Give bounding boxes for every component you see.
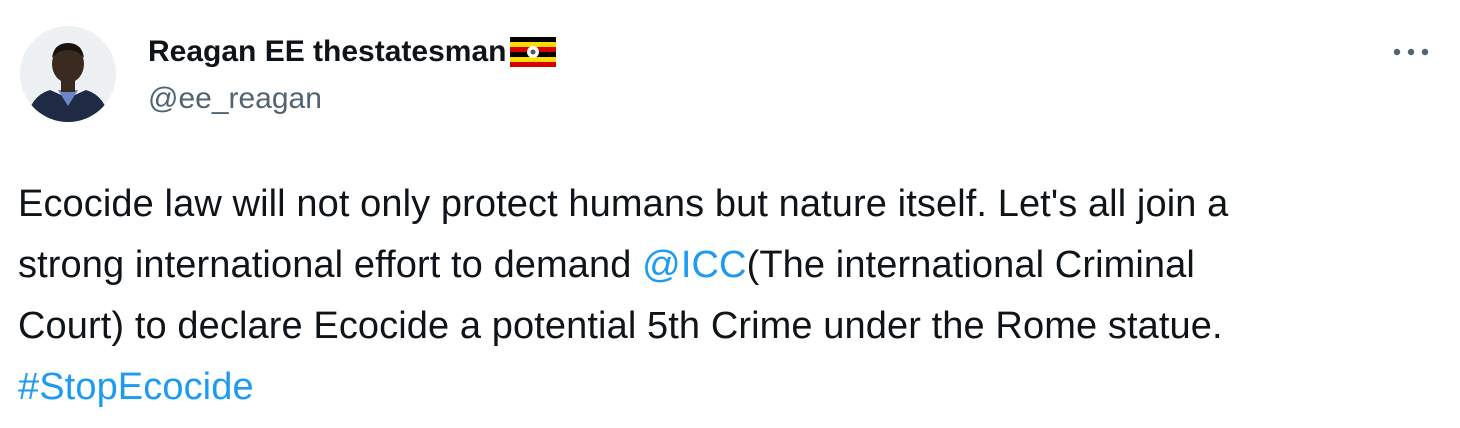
tweet-line-3: Court) to declare Ecocide a potential 5t… [18,305,1223,347]
more-options-button[interactable] [1384,34,1438,70]
tweet-card: Reagan EE thestatesman @ee_reagan Ecocid… [0,0,1460,428]
uganda-flag-icon [510,37,557,67]
tweet-line-2: strong international effort to demand @I… [18,235,1438,296]
tweet-line-2-start: strong international effort to demand [18,244,643,286]
author-display-name[interactable]: Reagan EE thestatesman [148,35,506,69]
author-handle[interactable]: @ee_reagan [148,82,322,116]
tweet-text: Ecocide law will not only protect humans… [18,174,1438,418]
tweet-line-2-end: (The international Criminal [746,244,1195,286]
tweet-line-1: Ecocide law will not only protect humans… [18,183,1229,225]
hashtag-link-stopecocide[interactable]: #StopEcocide [18,366,254,408]
user-avatar-icon [20,26,116,122]
author-name-row: Reagan EE thestatesman [148,30,557,74]
more-horizontal-icon [1393,48,1429,56]
avatar[interactable] [20,26,116,122]
mention-link-icc[interactable]: @ICC [642,244,746,286]
tweet-line-4: #StopEcocide [18,357,1438,418]
